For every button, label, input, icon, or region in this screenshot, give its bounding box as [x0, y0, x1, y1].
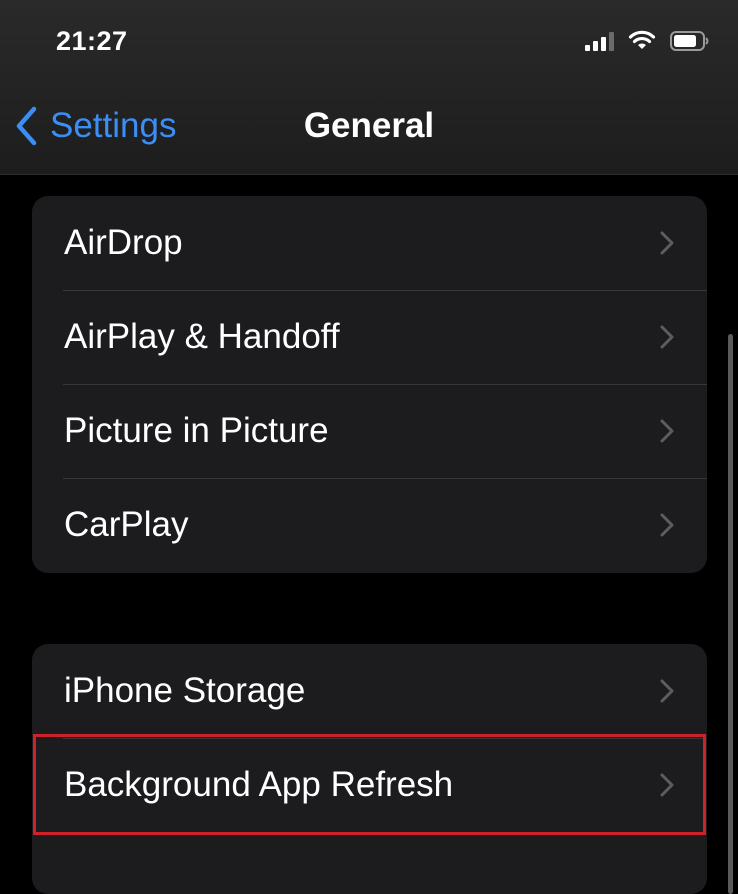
chevron-right-icon: [660, 773, 674, 797]
row-label: AirPlay & Handoff: [64, 317, 340, 356]
signal-icon: [585, 31, 614, 51]
chevron-right-icon: [660, 513, 674, 537]
row-label: Background App Refresh: [64, 765, 454, 804]
navigation-header: 21:27 Settings General: [0, 0, 738, 175]
row-label: Picture in Picture: [64, 411, 329, 450]
status-icons: [585, 30, 710, 51]
settings-group-1: AirDrop AirPlay & Handoff Picture in Pic…: [32, 196, 707, 573]
chevron-right-icon: [660, 231, 674, 255]
settings-row-carplay[interactable]: CarPlay: [32, 478, 707, 572]
page-title: General: [303, 106, 435, 145]
row-label: AirDrop: [64, 223, 183, 262]
chevron-right-icon: [660, 419, 674, 443]
row-label: iPhone Storage: [64, 671, 306, 710]
settings-row-airplay-handoff[interactable]: AirPlay & Handoff: [32, 290, 707, 384]
status-time: 21:27: [56, 26, 128, 56]
scrollbar[interactable]: [728, 334, 733, 894]
wifi-icon: [628, 30, 656, 49]
settings-row-background-app-refresh[interactable]: Background App Refresh: [32, 738, 707, 832]
row-label: CarPlay: [64, 505, 189, 544]
settings-group-2: iPhone Storage Background App Refresh: [32, 644, 707, 894]
chevron-right-icon: [660, 679, 674, 703]
settings-row-iphone-storage[interactable]: iPhone Storage: [32, 644, 707, 738]
chevron-right-icon: [660, 325, 674, 349]
battery-icon: [670, 30, 709, 51]
settings-row-airdrop[interactable]: AirDrop: [32, 196, 707, 290]
settings-row-picture-in-picture[interactable]: Picture in Picture: [32, 384, 707, 478]
